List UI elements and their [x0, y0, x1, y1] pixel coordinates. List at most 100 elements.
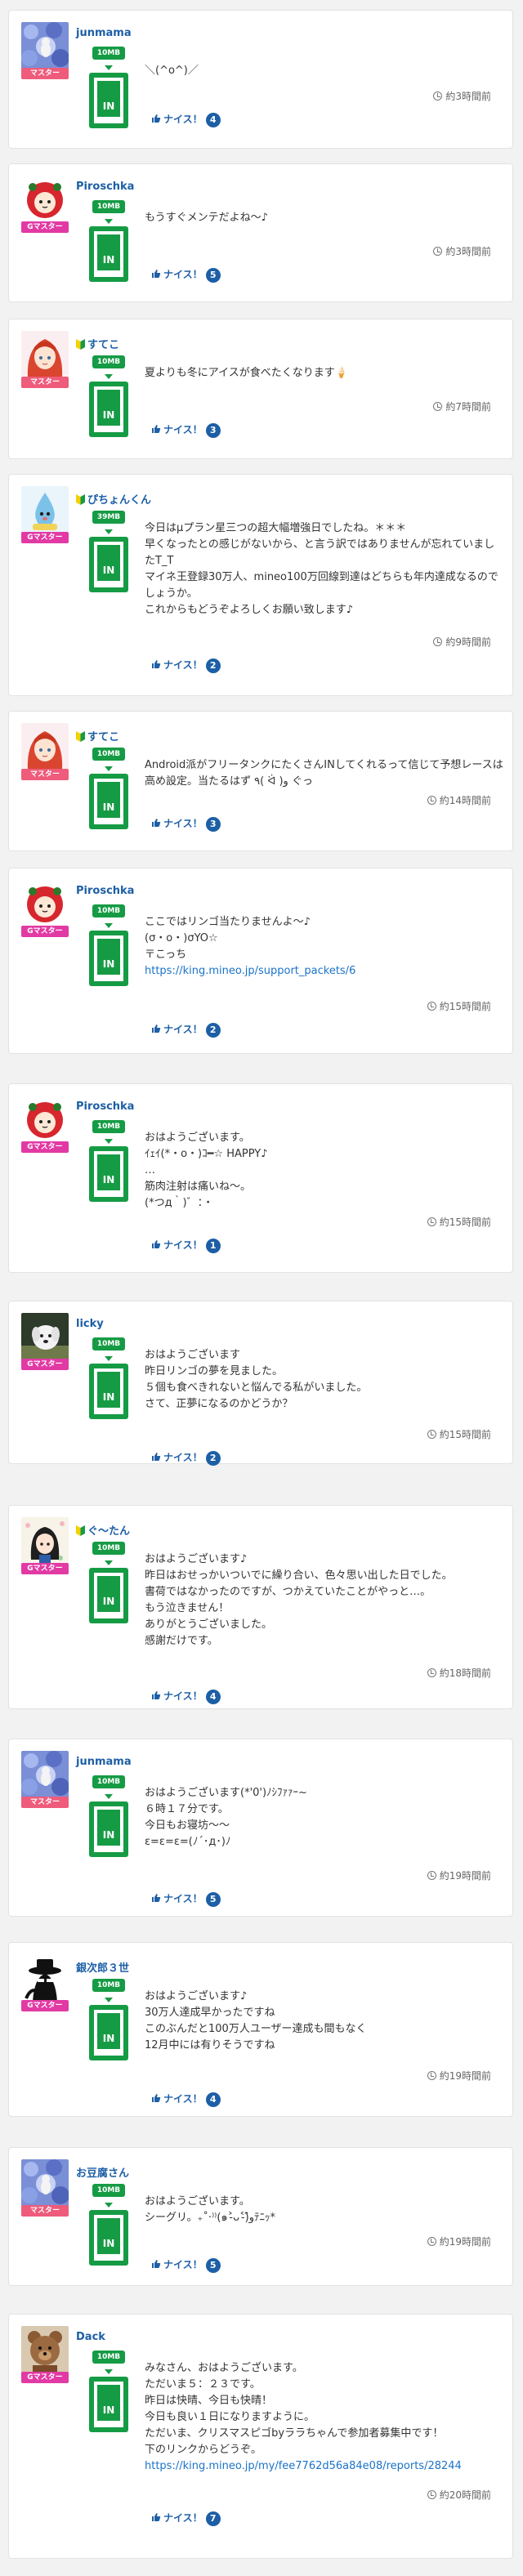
nice-button[interactable]: ナイス！ 2: [151, 658, 221, 673]
clock-icon: [427, 2490, 436, 2499]
nice-label: ナイス！: [163, 1690, 203, 1702]
message-text: Android派がフリータンクにたくさんINしてくれるって信じて予想レースは高め…: [145, 759, 503, 788]
clock-icon: [427, 1871, 436, 1880]
username-text: ぐ〜たん: [87, 1525, 131, 1538]
hydrangea-avatar[interactable]: [21, 22, 69, 69]
username-link[interactable]: licky: [76, 1318, 104, 1330]
nice-button[interactable]: ナイス！ 5: [151, 1891, 221, 1907]
username-link[interactable]: ぴちょんくん: [76, 491, 151, 507]
nice-button[interactable]: ナイス！ 1: [151, 1238, 221, 1253]
username-link[interactable]: Piroschka: [76, 885, 134, 897]
post-message: おはようございます。 シーグリ。₊˚‧⁾⁾(๑˃̵ᴗ˂̵)و̑̑ﾃﾆｯ*: [145, 2194, 504, 2226]
username-link[interactable]: お豆腐さん: [76, 2164, 129, 2180]
hydrangea-avatar[interactable]: [21, 2159, 69, 2207]
nice-button[interactable]: ナイス！ 4: [151, 2092, 221, 2107]
in-label: IN: [97, 1154, 120, 1190]
nice-label: ナイス！: [163, 424, 203, 435]
free-tank-in-icon: IN: [89, 537, 128, 592]
nice-label: ナイス！: [163, 2093, 203, 2105]
thumbs-up-icon: [151, 1690, 161, 1702]
redhead-girl-avatar[interactable]: [21, 723, 69, 770]
thumbs-up-icon: [151, 1893, 161, 1904]
free-tank-in-icon: IN: [89, 1801, 128, 1857]
nice-button[interactable]: ナイス！ 3: [151, 816, 221, 832]
post-message: 今日はμプラン星三つの超大幅増強日でしたね。＊＊＊ 早くなったとの感じがないから…: [145, 520, 504, 618]
red-character-avatar[interactable]: [21, 176, 69, 223]
post-card: Gマスター Dack 10MB IN みなさん、おはようございます。 ただいま５：２３で…: [8, 2314, 513, 2559]
username-link[interactable]: すてこ: [76, 336, 119, 351]
nice-button[interactable]: ナイス！ 3: [151, 422, 221, 438]
nice-label: ナイス！: [163, 1452, 203, 1463]
username-link[interactable]: ぐ〜たん: [76, 1522, 130, 1538]
data-amount-badge: 10MB: [92, 2184, 125, 2197]
thumbs-up-icon: [151, 2093, 161, 2105]
username-link[interactable]: junmama: [76, 1756, 132, 1768]
message-text: おはようございます。 シーグリ。₊˚‧⁾⁾(๑˃̵ᴗ˂̵)و̑̑ﾃﾆｯ*: [145, 2195, 275, 2224]
dark-hair-girl-avatar[interactable]: [21, 1517, 69, 1565]
timestamp-text: 約19時間前: [439, 2236, 491, 2248]
post-message: おはようございます(*'0')ﾉｼﾌｧｧｰ~ ６時１７分です。 今日もお寝坊〜〜…: [145, 1785, 504, 1851]
nice-button[interactable]: ナイス！ 4: [151, 1689, 221, 1704]
down-arrow-icon: [105, 1794, 113, 1799]
hydrangea-avatar[interactable]: [21, 1751, 69, 1798]
nice-button[interactable]: ナイス！ 5: [151, 267, 221, 283]
activity-feed: マスター junmama 10MB IN ＼(^o^)／ 約3時間前 ナイス！ 4 Gマスター P…: [0, 0, 523, 2576]
red-character-avatar[interactable]: [21, 880, 69, 927]
down-arrow-icon: [105, 219, 113, 224]
down-arrow-icon: [105, 1356, 113, 1361]
username-link[interactable]: すてこ: [76, 728, 119, 743]
white-dog-avatar[interactable]: [21, 1313, 69, 1360]
red-character-avatar[interactable]: [21, 1096, 69, 1143]
username-text: 銀次郎３世: [76, 1962, 130, 1975]
down-arrow-icon: [105, 529, 113, 534]
username-text: Piroschka: [76, 1100, 135, 1113]
post-card: Gマスター Piroschka 10MB IN ここではリンゴ当たりませんよ〜♪ (σ・…: [8, 868, 513, 1054]
username-link[interactable]: junmama: [76, 27, 132, 39]
nice-button[interactable]: ナイス！ 5: [151, 2257, 221, 2273]
username-link[interactable]: 銀次郎３世: [76, 1959, 129, 1975]
message-link[interactable]: https://king.mineo.jp/support_packets/6: [145, 965, 355, 977]
nice-button[interactable]: ナイス！ 7: [151, 2511, 221, 2526]
beginner-mark-icon: [76, 1525, 87, 1538]
username-link[interactable]: Piroschka: [76, 181, 134, 193]
post-card: Gマスター ぐ〜たん 10MB IN おはようございます♪ 昨日はおせっかいついでに繰り…: [8, 1505, 513, 1709]
post-timestamp: 約7時間前: [433, 400, 491, 413]
message-text: 今日はμプラン星三つの超大幅増強日でしたね。＊＊＊ 早くなったとの感じがないから…: [145, 522, 498, 616]
clock-icon: [427, 2071, 436, 2080]
nice-label: ナイス！: [163, 1893, 203, 1904]
rank-badge: Gマスター: [21, 926, 69, 937]
nice-count: 2: [205, 659, 221, 673]
data-amount-badge: 10MB: [92, 200, 125, 213]
data-amount-badge: 10MB: [92, 904, 125, 917]
message-link[interactable]: https://king.mineo.jp/my/fee7762d56a84e0…: [145, 2460, 462, 2472]
username-link[interactable]: Piroschka: [76, 1100, 134, 1113]
redhead-girl-avatar[interactable]: [21, 331, 69, 378]
timestamp-text: 約19時間前: [439, 1870, 491, 1882]
free-tank-in-icon: IN: [89, 1568, 128, 1623]
message-text: おはようございます♪ 30万人達成早かったですね このぶんだと100万人ユーザー…: [145, 1990, 367, 2051]
nice-label: ナイス！: [163, 2512, 203, 2524]
thumbs-up-icon: [151, 1024, 161, 1035]
black-hat-avatar[interactable]: [21, 1954, 69, 2002]
post-timestamp: 約19時間前: [427, 2069, 491, 2083]
blue-droplet-avatar[interactable]: [21, 486, 69, 534]
thumbs-up-icon: [151, 424, 161, 435]
thumbs-up-icon: [151, 2259, 161, 2270]
in-label: IN: [97, 782, 120, 818]
rank-badge: マスター: [21, 377, 69, 388]
nice-button[interactable]: ナイス！ 2: [151, 1450, 221, 1466]
username-text: Piroschka: [76, 885, 135, 897]
clock-icon: [427, 1668, 436, 1677]
message-text: おはようございます。 ｲｪｲ(*・o・)ｺ━☆ HAPPY♪ … 筋肉注射は痛い…: [145, 1132, 268, 1209]
down-arrow-icon: [105, 374, 113, 379]
username-link[interactable]: Dack: [76, 2331, 105, 2343]
thumbs-up-icon: [151, 659, 161, 671]
clock-icon: [427, 796, 436, 805]
free-tank-in-icon: IN: [89, 1146, 128, 1202]
teddy-bear-avatar[interactable]: [21, 2326, 69, 2373]
nice-button[interactable]: ナイス！ 2: [151, 1022, 221, 1038]
nice-button[interactable]: ナイス！ 4: [151, 112, 221, 127]
post-timestamp: 約15時間前: [427, 1215, 491, 1229]
nice-label: ナイス！: [163, 659, 203, 671]
rank-badge: マスター: [21, 1797, 69, 1808]
